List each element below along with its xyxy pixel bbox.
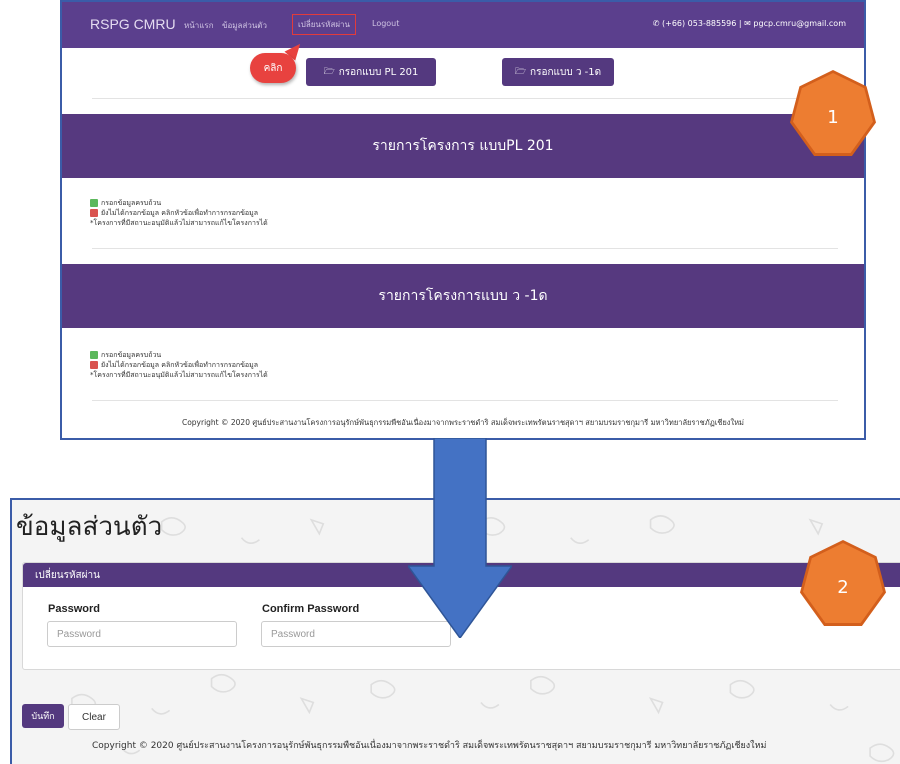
legend-complete: กรอกข้อมูลครบถ้วน [101, 199, 162, 207]
password-input[interactable] [47, 621, 237, 647]
legend-complete: กรอกข้อมูลครบถ้วน [101, 351, 162, 359]
incomplete-status-swatch [90, 361, 98, 369]
status-legend: กรอกข้อมูลครบถ้วน ยังไม่ได้กรอกข้อมูล คล… [90, 350, 268, 380]
fill-pl201-button[interactable]: 🗁 กรอกแบบ PL 201 [306, 58, 436, 86]
phone-icon: ✆ [652, 19, 660, 28]
section-header-pl201: รายการโครงการ แบบPL 201 [62, 114, 864, 178]
status-legend: กรอกข้อมูลครบถ้วน ยังไม่ได้กรอกข้อมูล คล… [90, 198, 268, 228]
fill-pl201-label: กรอกแบบ PL 201 [338, 66, 419, 78]
divider [92, 248, 838, 249]
complete-status-swatch [90, 351, 98, 359]
nav-link-change-password[interactable]: เปลี่ยนรหัสผ่าน [292, 14, 356, 35]
legend-note: *โครงการที่มีสถานะอนุมัติแล้วไม่สามารถแก… [90, 219, 268, 227]
fill-v1d-button[interactable]: 🗁 กรอกแบบ ว -1ด [502, 58, 614, 86]
step-number: 2 [803, 543, 883, 623]
fill-v1d-label: กรอกแบบ ว -1ด [530, 66, 602, 78]
section-header-v1d: รายการโครงการแบบ ว -1ด [62, 264, 864, 328]
step-number: 1 [793, 73, 873, 153]
nav-link-logout[interactable]: Logout [372, 19, 399, 28]
brand-link[interactable]: RSPG CMRU [90, 16, 176, 32]
page-title: ข้อมูลส่วนตัว [16, 512, 163, 542]
save-button[interactable]: บันทึก [22, 704, 64, 728]
top-navbar: RSPG CMRU หน้าแรก ข้อมูลส่วนตัว เปลี่ยนร… [62, 2, 864, 48]
contact-info: ✆ (+66) 053-885596 | ✉ pgcp.cmru@gmail.c… [652, 19, 846, 28]
down-arrow-icon [408, 438, 512, 638]
nav-link-profile[interactable]: ข้อมูลส่วนตัว [222, 19, 267, 32]
mail-icon: ✉ [744, 19, 751, 28]
folder-icon: 🗁 [514, 67, 527, 77]
footer-copyright: Copyright © 2020 ศูนย์ประสานงานโครงการอน… [181, 418, 745, 427]
nav-link-home[interactable]: หน้าแรก [184, 19, 214, 32]
incomplete-status-swatch [90, 209, 98, 217]
divider [92, 98, 838, 99]
section-title-v1d: รายการโครงการแบบ ว -1ด [378, 288, 548, 304]
legend-incomplete: ยังไม่ได้กรอกข้อมูล คลิกหัวข้อเพื่อทำการ… [101, 361, 259, 369]
divider [92, 400, 838, 401]
password-label: Password [48, 603, 100, 615]
screenshot-home: RSPG CMRU หน้าแรก ข้อมูลส่วนตัว เปลี่ยนร… [60, 0, 866, 440]
legend-note: *โครงการที่มีสถานะอนุมัติแล้วไม่สามารถแก… [90, 371, 268, 379]
folder-icon: 🗁 [323, 67, 335, 77]
footer-copyright: Copyright © 2020 ศูนย์ประสานงานโครงการอน… [92, 741, 767, 751]
email-address: pgcp.cmru@gmail.com [753, 19, 846, 28]
confirm-password-label: Confirm Password [262, 603, 360, 615]
section-title-pl201: รายการโครงการ แบบPL 201 [372, 138, 554, 154]
complete-status-swatch [90, 199, 98, 207]
legend-incomplete: ยังไม่ได้กรอกข้อมูล คลิกหัวข้อเพื่อทำการ… [101, 209, 259, 217]
clear-button[interactable]: Clear [68, 704, 120, 730]
click-callout: คลิก [250, 53, 296, 83]
phone-number: (+66) 053-885596 [662, 19, 737, 28]
